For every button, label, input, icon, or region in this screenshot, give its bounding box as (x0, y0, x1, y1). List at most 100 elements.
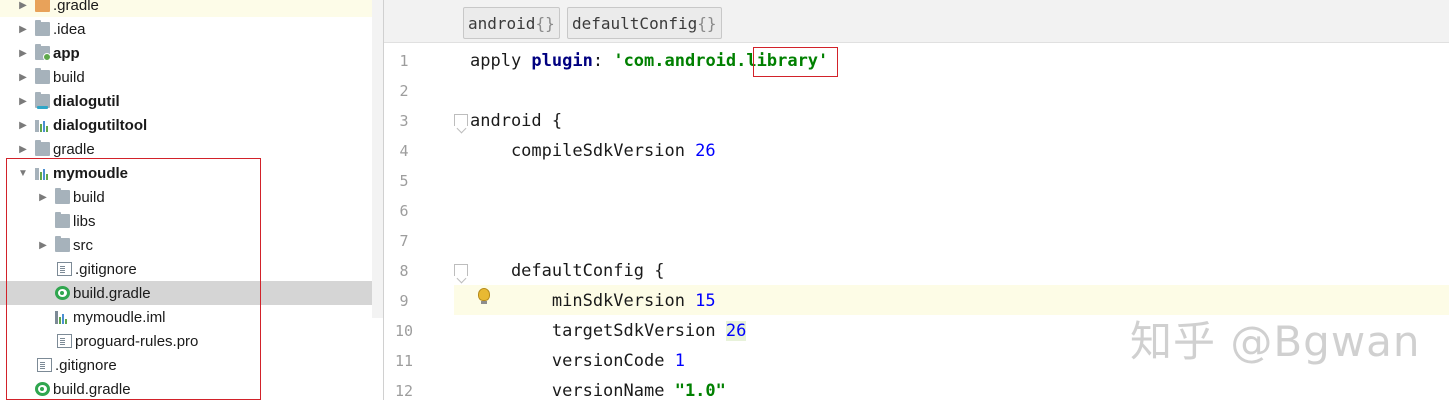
code-line[interactable]: defaultConfig { (470, 256, 665, 286)
project-tree-scrollbar[interactable] (372, 0, 383, 318)
line-number: 6 (399, 202, 409, 220)
line-number: 1 (399, 52, 409, 70)
module-bars-icon (35, 118, 50, 132)
code-line[interactable]: targetSdkVersion 26 (470, 316, 747, 346)
tree-item-build[interactable]: ▶ build (0, 65, 372, 89)
code-token: 1 (674, 351, 685, 371)
code-token: ' (818, 51, 829, 71)
code-line[interactable]: android { (470, 106, 562, 136)
chevron-right-icon[interactable]: ▶ (17, 24, 29, 35)
chevron-right-icon[interactable]: ▶ (37, 192, 49, 203)
tree-item-idea[interactable]: ▶ .idea (0, 17, 372, 41)
file-icon (57, 262, 72, 276)
code-line[interactable]: versionName "1.0" (470, 376, 726, 400)
folder-icon (35, 68, 50, 84)
brace-icon: {} (697, 13, 717, 33)
line-number: 11 (394, 352, 414, 370)
folder-icon (55, 188, 70, 204)
code-token: apply (470, 51, 532, 71)
chevron-right-icon[interactable]: ▶ (17, 120, 29, 131)
code-token: targetSdkVersion (470, 321, 726, 341)
tree-item-src[interactable]: ▶ src (0, 233, 372, 257)
line-number: 4 (399, 142, 409, 160)
tree-item-label: gradle (53, 140, 95, 158)
code-token: 'com.android. (613, 51, 747, 71)
line-number: 2 (399, 82, 409, 100)
folder-icon (55, 212, 70, 228)
tree-item-label: .idea (53, 20, 86, 38)
tree-item-label: build.gradle (73, 284, 151, 302)
folder-icon (35, 140, 50, 156)
tree-item-dialogutil[interactable]: ▶ dialogutil (0, 89, 372, 113)
tree-item-label: proguard-rules.pro (75, 332, 199, 350)
code-line[interactable]: compileSdkVersion 26 (470, 136, 716, 166)
code-line[interactable]: apply plugin: 'com.android.library' (470, 46, 828, 76)
tree-item-label: build (73, 188, 105, 206)
code-token: 26 (695, 141, 716, 161)
tree-item-build[interactable]: ▶ build (0, 185, 372, 209)
tree-item-gitignore[interactable]: ▶.gitignore (0, 257, 372, 281)
chevron-right-icon[interactable]: ▶ (37, 240, 49, 251)
code-line[interactable]: minSdkVersion 15 (470, 286, 716, 316)
fold-marker-icon[interactable] (454, 114, 468, 126)
tree-item-dialogutiltool[interactable]: ▶ dialogutiltool (0, 113, 372, 137)
tree-item-build-gradle[interactable]: ▶build.gradle (0, 281, 383, 305)
tree-item-label: build.gradle (53, 380, 131, 398)
code-line[interactable]: versionCode 1 (470, 346, 685, 376)
watermark: 知乎 @Bgwan (1130, 317, 1421, 366)
tree-item-build-gradle[interactable]: ▶build.gradle (0, 377, 372, 400)
code-token: : (592, 51, 614, 71)
line-number: 10 (394, 322, 414, 340)
code-token: plugin (531, 51, 593, 71)
code-editor[interactable]: android{} defaultConfig{} 1 2 3 4 5 6 7 8 9 10 11 1… (384, 0, 1449, 400)
tree-item-gitignore[interactable]: ▶.gitignore (0, 353, 372, 377)
chevron-right-icon[interactable]: ▶ (17, 144, 29, 155)
tree-item-gradle[interactable]: ▶ .gradle (0, 0, 372, 17)
tree-item-label: app (53, 44, 80, 62)
code-token: versionCode (470, 351, 675, 371)
tree-item-label: .gitignore (75, 260, 137, 278)
file-icon (37, 358, 52, 372)
tree-item-label: build (53, 68, 85, 86)
line-number: 12 (394, 382, 414, 400)
chevron-right-icon[interactable]: ▶ (17, 72, 29, 83)
line-number: 5 (399, 172, 409, 190)
file-icon (57, 334, 72, 348)
tree-item-proguard-rules-pro[interactable]: ▶proguard-rules.pro (0, 329, 372, 353)
tree-item-label: mymoudle (53, 164, 129, 182)
tree-item-mymoudle-iml[interactable]: ▶mymoudle.iml (0, 305, 372, 329)
code-token: defaultConfig (470, 261, 655, 281)
tree-item-libs[interactable]: ▶libs (0, 209, 372, 233)
code-token: "1.0" (674, 381, 726, 400)
library-module-icon (35, 92, 50, 109)
fold-marker-icon[interactable] (454, 264, 468, 276)
tree-item-label: mymoudle.iml (73, 308, 166, 326)
code-token: compileSdkVersion (470, 141, 696, 161)
code-token: { (654, 261, 665, 281)
chevron-right-icon[interactable]: ▶ (17, 0, 29, 11)
chevron-right-icon[interactable]: ▶ (17, 96, 29, 107)
line-number: 3 (399, 112, 409, 130)
code-token: 15 (695, 291, 716, 311)
folder-icon (35, 20, 50, 36)
gradle-icon (35, 382, 50, 396)
chevron-right-icon[interactable]: ▶ (17, 48, 29, 59)
breadcrumb: android{} defaultConfig{} (384, 0, 1449, 43)
project-tree-panel: ▶ .gradle ▶ .idea ▶ app ▶ build ▶ dialogutil ▶ dial… (0, 0, 383, 400)
code-token: 26 (725, 321, 747, 341)
tree-item-label: src (73, 236, 93, 254)
folder-orange-icon (35, 0, 50, 12)
breadcrumb-android[interactable]: android{} (463, 7, 560, 39)
tree-item-label: .gradle (53, 0, 99, 14)
breadcrumb-defaultconfig[interactable]: defaultConfig{} (567, 7, 722, 39)
gradle-icon (55, 286, 70, 300)
chevron-down-icon[interactable]: ▼ (17, 168, 29, 179)
tree-item-app[interactable]: ▶ app (0, 41, 372, 65)
line-number-gutter[interactable]: 1 2 3 4 5 6 7 8 9 10 11 12 (384, 44, 454, 400)
tree-item-mymoudle[interactable]: ▼ mymoudle (0, 161, 372, 185)
line-number: 9 (399, 292, 409, 310)
code-token: minSdkVersion (470, 291, 696, 311)
tree-item-gradle[interactable]: ▶ gradle (0, 137, 372, 161)
code-token: { (551, 111, 563, 131)
tree-item-label: libs (73, 212, 96, 230)
